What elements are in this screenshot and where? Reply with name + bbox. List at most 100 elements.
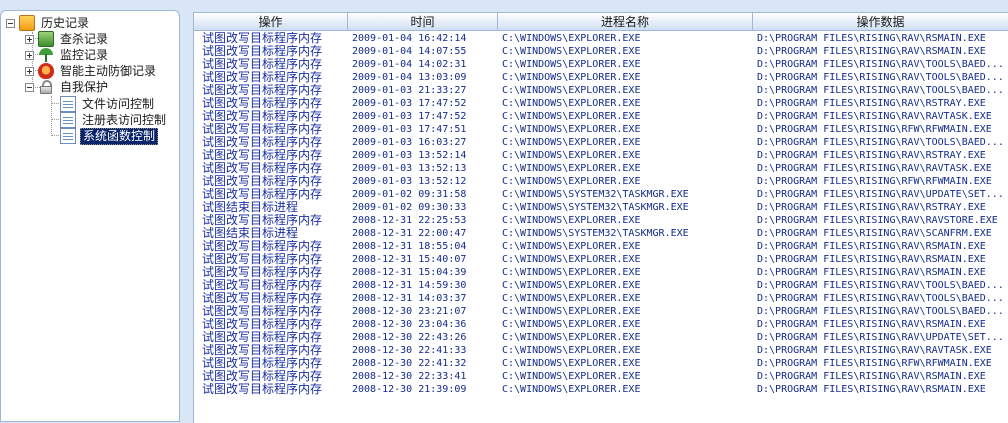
cell-process-name: C:\WINDOWS\EXPLORER.EXE [502, 85, 641, 96]
cell-process-name: C:\WINDOWS\EXPLORER.EXE [502, 358, 641, 369]
table-row[interactable]: 试图改写目标程序内存 2009-01-04 14:02:31 C:\WINDOWS\… [194, 58, 1008, 71]
table-row[interactable]: 试图改写目标程序内存 2008-12-31 15:40:07 C:\WINDOWS\… [194, 253, 1008, 266]
table-row[interactable]: 试图结束目标进程 2008-12-31 22:00:47 C:\WINDOWS\SY… [194, 227, 1008, 240]
table-body: 试图改写目标程序内存 2009-01-04 16:42:14 C:\WINDOWS\… [194, 32, 1008, 396]
table-row[interactable]: 试图改写目标程序内存 2008-12-31 14:03:37 C:\WINDOWS\… [194, 292, 1008, 305]
table-row[interactable]: 试图改写目标程序内存 2008-12-30 23:04:36 C:\WINDOWS\… [194, 318, 1008, 331]
expand-toggle-icon[interactable] [25, 50, 34, 60]
column-header-operation[interactable]: 操作 [194, 13, 348, 31]
cell-operation: 试图改写目标程序内存 [202, 344, 323, 357]
cell-operation-data: D:\PROGRAM FILES\RISING\RAV\TOOLS\BAED..… [757, 306, 1004, 317]
tree-node-system-function-control[interactable]: 系统函数控制 [60, 127, 159, 145]
column-header-time[interactable]: 时间 [348, 13, 498, 31]
table-row[interactable]: 试图改写目标程序内存 2008-12-30 22:33:41 C:\WINDOWS\… [194, 370, 1008, 383]
cell-process-name: C:\WINDOWS\EXPLORER.EXE [502, 98, 641, 109]
cell-process-name: C:\WINDOWS\EXPLORER.EXE [502, 319, 641, 330]
cell-time: 2009-01-03 13:52:14 [352, 150, 467, 161]
column-header-operation-data[interactable]: 操作数据 [753, 13, 1008, 31]
table-row[interactable]: 试图改写目标程序内存 2009-01-03 13:52:13 C:\WINDOWS\… [194, 162, 1008, 175]
cell-operation: 试图改写目标程序内存 [202, 71, 323, 84]
table-row[interactable]: 试图结束目标进程 2009-01-02 09:30:33 C:\WINDOWS\SY… [194, 201, 1008, 214]
cell-operation-data: D:\PROGRAM FILES\RISING\RAV\RSTRAY.EXE [757, 98, 986, 109]
cell-operation-data: D:\PROGRAM FILES\RISING\RAV\RSMAIN.EXE [757, 267, 986, 278]
tree-node-registry-access-control[interactable]: 注册表访问控制 [60, 112, 168, 128]
table-row[interactable]: 试图改写目标程序内存 2009-01-03 21:33:27 C:\WINDOWS\… [194, 84, 1008, 97]
cell-operation-data: D:\PROGRAM FILES\RISING\RAV\RSTRAY.EXE [757, 202, 986, 213]
cell-operation-data: D:\PROGRAM FILES\RISING\RAV\RSMAIN.EXE [757, 33, 986, 44]
cell-time: 2009-01-03 13:52:12 [352, 176, 467, 187]
column-header-process-name[interactable]: 进程名称 [498, 13, 753, 31]
cell-operation-data: D:\PROGRAM FILES\RISING\RAV\RSMAIN.EXE [757, 46, 986, 57]
cell-time: 2009-01-04 14:02:31 [352, 59, 467, 70]
table-row[interactable]: 试图改写目标程序内存 2008-12-30 22:41:33 C:\WINDOWS\… [194, 344, 1008, 357]
tree-node-monitor-records[interactable]: 监控记录 [25, 47, 110, 63]
shield-icon [38, 63, 54, 79]
cell-time: 2009-01-03 16:03:27 [352, 137, 467, 148]
cell-process-name: C:\WINDOWS\EXPLORER.EXE [502, 371, 641, 382]
records-list-view[interactable]: 操作 时间 进程名称 操作数据 试图改写目标程序内存 2009-01-04 16:… [193, 12, 1008, 423]
table-row[interactable]: 试图改写目标程序内存 2009-01-02 09:31:58 C:\WINDOWS\… [194, 188, 1008, 201]
cell-time: 2008-12-30 22:43:26 [352, 332, 467, 343]
monitor-umbrella-icon [38, 47, 54, 63]
cell-process-name: C:\WINDOWS\EXPLORER.EXE [502, 33, 641, 44]
cell-operation-data: D:\PROGRAM FILES\RISING\RAV\RSTRAY.EXE [757, 150, 986, 161]
cell-process-name: C:\WINDOWS\EXPLORER.EXE [502, 215, 641, 226]
history-tree: 历史记录 查杀记录 监控记录 智能主动防御记录 自我保护 文件访问控制 注册表访… [1, 11, 181, 421]
tree-node-history[interactable]: 历史记录 [6, 15, 91, 31]
cell-operation: 试图改写目标程序内存 [202, 162, 323, 175]
cell-operation: 试图改写目标程序内存 [202, 32, 323, 45]
table-row[interactable]: 试图改写目标程序内存 2009-01-04 13:03:09 C:\WINDOWS\… [194, 71, 1008, 84]
expand-toggle-icon[interactable] [25, 34, 34, 44]
cell-time: 2008-12-30 21:39:09 [352, 384, 467, 395]
table-row[interactable]: 试图改写目标程序内存 2009-01-04 16:42:14 C:\WINDOWS\… [194, 32, 1008, 45]
cell-operation: 试图改写目标程序内存 [202, 253, 323, 266]
cell-operation-data: D:\PROGRAM FILES\RISING\RAV\TOOLS\BAED..… [757, 293, 1004, 304]
collapse-toggle-icon[interactable] [25, 82, 34, 92]
tree-guide-line [51, 135, 59, 136]
table-row[interactable]: 试图改写目标程序内存 2009-01-03 13:52:12 C:\WINDOWS\… [194, 175, 1008, 188]
table-row[interactable]: 试图改写目标程序内存 2008-12-31 15:04:39 C:\WINDOWS\… [194, 266, 1008, 279]
table-row[interactable]: 试图改写目标程序内存 2008-12-31 18:55:04 C:\WINDOWS\… [194, 240, 1008, 253]
cell-operation: 试图改写目标程序内存 [202, 318, 323, 331]
cell-time: 2008-12-30 22:41:33 [352, 345, 467, 356]
cell-time: 2009-01-02 09:31:58 [352, 189, 467, 200]
cell-operation-data: D:\PROGRAM FILES\RISING\RAV\RSMAIN.EXE [757, 319, 986, 330]
cell-process-name: C:\WINDOWS\EXPLORER.EXE [502, 254, 641, 265]
table-row[interactable]: 试图改写目标程序内存 2009-01-03 17:47:52 C:\WINDOWS\… [194, 110, 1008, 123]
cell-operation-data: D:\PROGRAM FILES\RISING\RAV\TOOLS\BAED..… [757, 85, 1004, 96]
cell-process-name: C:\WINDOWS\EXPLORER.EXE [502, 280, 641, 291]
table-row[interactable]: 试图改写目标程序内存 2008-12-30 23:21:07 C:\WINDOWS\… [194, 305, 1008, 318]
table-row[interactable]: 试图改写目标程序内存 2009-01-03 16:03:27 C:\WINDOWS\… [194, 136, 1008, 149]
tree-node-label: 注册表访问控制 [82, 112, 167, 127]
table-row[interactable]: 试图改写目标程序内存 2008-12-30 21:39:09 C:\WINDOWS\… [194, 383, 1008, 396]
table-row[interactable]: 试图改写目标程序内存 2009-01-03 17:47:52 C:\WINDOWS\… [194, 97, 1008, 110]
expand-toggle-icon[interactable] [25, 66, 34, 76]
cell-process-name: C:\WINDOWS\EXPLORER.EXE [502, 46, 641, 57]
table-row[interactable]: 试图改写目标程序内存 2009-01-03 13:52:14 C:\WINDOWS\… [194, 149, 1008, 162]
table-row[interactable]: 试图改写目标程序内存 2008-12-31 22:25:53 C:\WINDOWS\… [194, 214, 1008, 227]
cell-operation: 试图改写目标程序内存 [202, 149, 323, 162]
table-row[interactable]: 试图改写目标程序内存 2009-01-03 17:47:51 C:\WINDOWS\… [194, 123, 1008, 136]
table-header: 操作 时间 进程名称 操作数据 [194, 13, 1008, 31]
tree-node-kill-records[interactable]: 查杀记录 [25, 31, 110, 47]
document-icon [60, 112, 76, 128]
table-row[interactable]: 试图改写目标程序内存 2008-12-31 14:59:30 C:\WINDOWS\… [194, 279, 1008, 292]
cell-operation: 试图结束目标进程 [202, 227, 299, 240]
document-icon [60, 96, 76, 112]
cell-operation: 试图改写目标程序内存 [202, 240, 323, 253]
tree-node-label: 监控记录 [60, 47, 109, 62]
cell-operation-data: D:\PROGRAM FILES\RISING\RAV\TOOLS\BAED..… [757, 59, 1004, 70]
cell-operation: 试图改写目标程序内存 [202, 214, 323, 227]
tree-node-self-protection[interactable]: 自我保护 [25, 79, 110, 95]
cell-time: 2008-12-31 15:04:39 [352, 267, 467, 278]
cell-operation: 试图改写目标程序内存 [202, 84, 323, 97]
collapse-toggle-icon[interactable] [6, 18, 15, 28]
cell-operation: 试图改写目标程序内存 [202, 292, 323, 305]
cell-operation-data: D:\PROGRAM FILES\RISING\RAV\RSMAIN.EXE [757, 384, 986, 395]
table-row[interactable]: 试图改写目标程序内存 2008-12-30 22:43:26 C:\WINDOWS\… [194, 331, 1008, 344]
table-row[interactable]: 试图改写目标程序内存 2008-12-30 22:41:32 C:\WINDOWS\… [194, 357, 1008, 370]
table-row[interactable]: 试图改写目标程序内存 2009-01-04 14:07:55 C:\WINDOWS\… [194, 45, 1008, 58]
cell-operation-data: D:\PROGRAM FILES\RISING\RAV\RSMAIN.EXE [757, 254, 986, 265]
tree-node-file-access-control[interactable]: 文件访问控制 [60, 96, 156, 112]
tree-node-active-defense[interactable]: 智能主动防御记录 [25, 63, 158, 79]
